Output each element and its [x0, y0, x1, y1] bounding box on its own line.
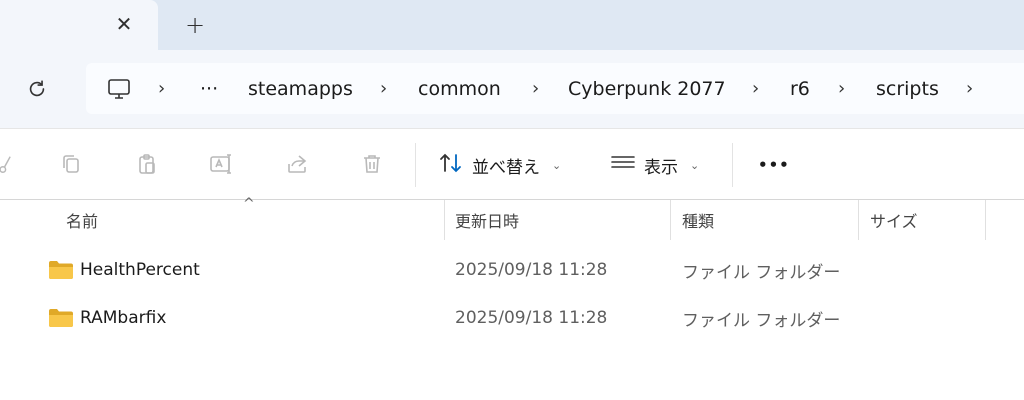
breadcrumb-common[interactable]: common — [418, 63, 501, 114]
chevron-down-icon: ⌄ — [552, 158, 562, 172]
new-tab-button[interactable]: + — [182, 11, 208, 39]
breadcrumb-separator[interactable]: › — [966, 63, 973, 114]
table-row[interactable]: HealthPercent 2025/09/18 11:28 ファイル フォルダ… — [0, 248, 1024, 292]
share-icon[interactable] — [284, 151, 310, 177]
file-date: 2025/09/18 11:28 — [455, 260, 608, 280]
this-pc-icon[interactable] — [106, 63, 132, 114]
view-button[interactable]: 表示 ⌄ — [610, 143, 699, 187]
column-date[interactable]: 更新日時 — [455, 200, 519, 240]
file-date: 2025/09/18 11:28 — [455, 308, 608, 328]
tab-close-icon[interactable]: ✕ — [112, 12, 136, 36]
column-header: ^ 名前 更新日時 種類 サイズ — [0, 196, 1024, 240]
column-divider[interactable] — [670, 200, 671, 240]
file-name: HealthPercent — [80, 260, 200, 280]
paste-icon[interactable] — [134, 151, 160, 177]
more-icon[interactable]: ••• — [758, 143, 790, 187]
sort-ascending-icon: ^ — [243, 196, 255, 212]
breadcrumb-separator[interactable]: › — [838, 63, 845, 114]
sort-icon — [438, 151, 464, 180]
column-size[interactable]: サイズ — [870, 200, 918, 240]
column-divider[interactable] — [985, 200, 986, 240]
breadcrumb-r6[interactable]: r6 — [790, 63, 810, 114]
file-type: ファイル フォルダー — [682, 310, 841, 331]
table-row[interactable]: RAMbarfix 2025/09/18 11:28 ファイル フォルダー — [0, 296, 1024, 340]
sort-button[interactable]: 並べ替え ⌄ — [438, 143, 561, 187]
breadcrumb-cyberpunk[interactable]: Cyberpunk 2077 — [568, 63, 726, 114]
refresh-icon[interactable] — [24, 76, 50, 102]
folder-icon — [49, 261, 73, 279]
chevron-down-icon: ⌄ — [690, 158, 700, 172]
command-bar: 並べ替え ⌄ 表示 ⌄ ••• — [0, 128, 1024, 200]
rename-icon[interactable] — [208, 151, 234, 177]
view-icon — [610, 152, 636, 179]
column-divider[interactable] — [858, 200, 859, 240]
breadcrumb-overflow[interactable]: ··· — [200, 63, 218, 114]
file-name: RAMbarfix — [80, 308, 167, 328]
explorer-tab[interactable]: ✕ — [0, 0, 158, 50]
breadcrumb-separator[interactable]: › — [158, 63, 165, 114]
copy-icon[interactable] — [58, 151, 84, 177]
folder-icon — [49, 309, 73, 327]
breadcrumb-separator[interactable]: › — [752, 63, 759, 114]
breadcrumb-steamapps[interactable]: steamapps — [248, 63, 353, 114]
breadcrumb-scripts[interactable]: scripts — [876, 63, 939, 114]
view-label: 表示 — [644, 157, 678, 178]
address-row: › ··· steamapps › common › Cyberpunk 207… — [0, 50, 1024, 128]
toolbar-divider — [415, 143, 416, 187]
cut-icon[interactable] — [0, 151, 14, 177]
column-type[interactable]: 種類 — [682, 200, 714, 240]
file-type: ファイル フォルダー — [682, 262, 841, 283]
breadcrumb-separator[interactable]: › — [380, 63, 387, 114]
sort-label: 並べ替え — [472, 157, 540, 178]
column-name[interactable]: 名前 — [66, 200, 98, 240]
column-divider[interactable] — [444, 200, 445, 240]
breadcrumb-separator[interactable]: › — [532, 63, 539, 114]
delete-icon[interactable] — [359, 151, 385, 177]
address-bar[interactable]: › ··· steamapps › common › Cyberpunk 207… — [86, 63, 1024, 114]
toolbar-divider — [732, 143, 733, 187]
tab-strip: ✕ + — [0, 0, 1024, 50]
